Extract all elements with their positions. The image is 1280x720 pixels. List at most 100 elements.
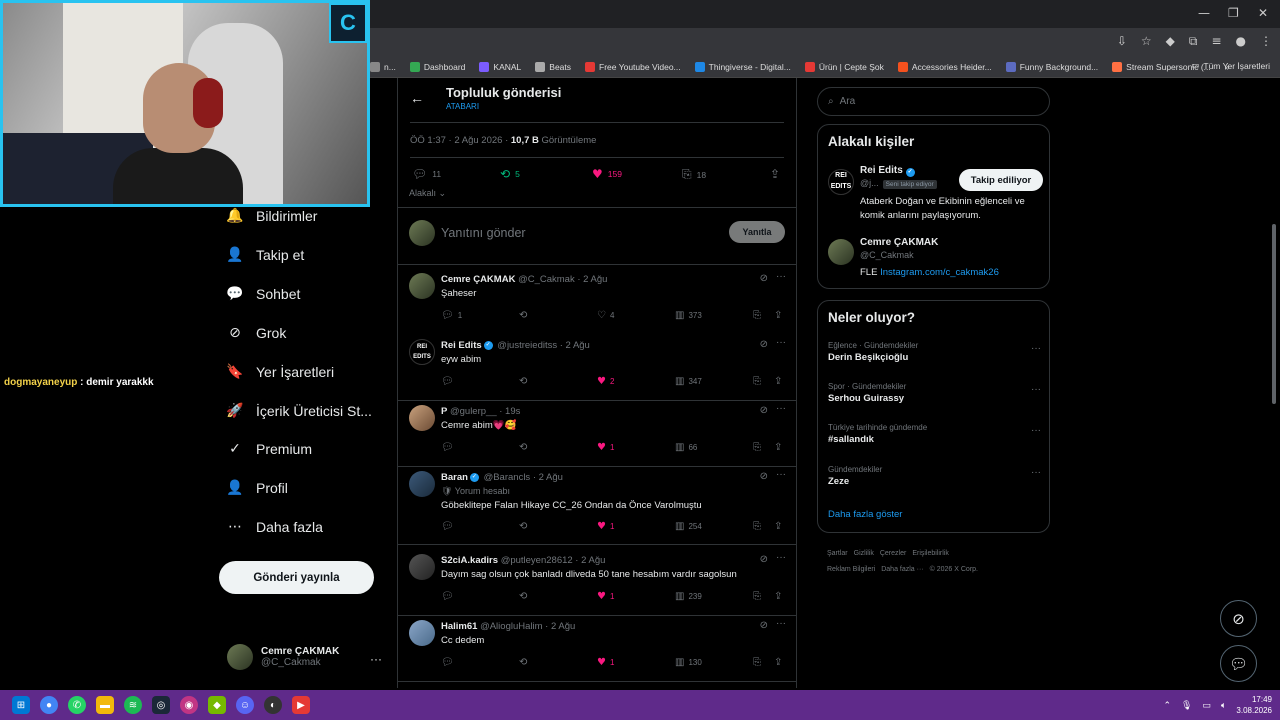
whatsapp-icon[interactable]: ✆ xyxy=(68,696,86,714)
start-icon[interactable]: ⊞ xyxy=(12,696,30,714)
following-button[interactable]: Takip ediliyor xyxy=(959,169,1043,191)
views-action[interactable]: ▥ 239 xyxy=(675,591,702,602)
reply-action[interactable]: 💬︎ xyxy=(441,521,458,532)
reply-author[interactable]: Cemre ÇAKMAK xyxy=(441,274,515,285)
bookmark-item[interactable]: Accessories Heider... xyxy=(897,61,992,72)
reply-author[interactable]: P xyxy=(441,406,447,417)
grok-icon[interactable]: ⊘ xyxy=(760,620,768,631)
trend-item[interactable]: Türkiye tarihinde gündemde #sallandık ··· xyxy=(828,423,1041,445)
reply-author[interactable]: Rei Edits xyxy=(441,340,482,351)
reply-input[interactable]: Yanıtını gönder xyxy=(441,226,526,240)
chrome-icon[interactable]: ● xyxy=(40,696,58,714)
grok-icon[interactable]: ⊘ xyxy=(760,273,768,284)
avatar[interactable] xyxy=(409,554,435,580)
all-bookmarks-button[interactable]: ▭ Tüm Yer İşaretleri xyxy=(1191,60,1270,71)
more-options-icon[interactable]: ··· xyxy=(1031,343,1041,354)
network-icon[interactable]: ▭ xyxy=(1202,700,1211,711)
menu-icon[interactable]: ⋮ xyxy=(1260,34,1272,49)
avatar[interactable] xyxy=(409,273,435,299)
reply-tweet[interactable]: Halim61 @AliogluHalim · 2 Ağu Cc dedem ⊘ ··… xyxy=(398,618,796,680)
bookmark-item[interactable]: Ürün | Cepte Şok xyxy=(804,61,884,72)
messages-icon[interactable]: 💬︎ xyxy=(1220,645,1257,682)
reply-handle[interactable]: @C_Cakmak · 2 Ağu xyxy=(518,274,607,285)
views-action[interactable]: ▥ 130 xyxy=(675,657,702,668)
bookmark-item[interactable]: KANAL xyxy=(479,61,521,72)
more-options-icon[interactable]: ··· xyxy=(776,552,786,563)
nvidia-icon[interactable]: ◆ xyxy=(208,696,226,714)
reply-stat[interactable]: 💬︎ 11 xyxy=(412,167,441,181)
nav-item-notifications[interactable]: 🔔 Bildirimler xyxy=(226,207,317,225)
bookmark-item[interactable]: Beats xyxy=(535,61,571,72)
footer-link[interactable]: Gizlilik xyxy=(854,550,874,557)
repost-action[interactable]: ⟲ xyxy=(519,591,531,602)
more-options-icon[interactable]: ··· xyxy=(776,469,786,480)
spotify-icon[interactable]: ≋ xyxy=(124,696,142,714)
reply-handle[interactable]: @AliogluHalim · 2 Ağu xyxy=(480,621,575,632)
reply-author[interactable]: Halim61 xyxy=(441,621,477,632)
scrollbar[interactable] xyxy=(1272,224,1276,404)
more-options-icon[interactable]: ··· xyxy=(776,403,786,414)
reply-author[interactable]: S2ciA.kadirs xyxy=(441,555,498,566)
footer-link[interactable]: Daha fazla ··· xyxy=(881,566,923,573)
bookmark-item[interactable]: Dashboard xyxy=(409,61,465,72)
views-action[interactable]: ▥ 373 xyxy=(675,310,702,321)
instagram-icon[interactable]: ◉ xyxy=(180,696,198,714)
like-action[interactable]: ♥ 2 xyxy=(597,376,614,387)
reply-button[interactable]: Yanıtla xyxy=(729,221,785,243)
grok-icon[interactable]: ⊘ xyxy=(1220,600,1257,637)
footer-link[interactable]: Erişilebilirlik xyxy=(912,550,949,557)
volume-icon[interactable]: 🔈︎ xyxy=(1221,700,1226,711)
repost-action[interactable]: ⟲ xyxy=(519,442,531,453)
more-options-icon[interactable]: ··· xyxy=(776,337,786,348)
avatar[interactable] xyxy=(409,405,435,431)
reply-action[interactable]: 💬︎ xyxy=(441,376,458,387)
bookmark-item[interactable]: Funny Background... xyxy=(1005,61,1098,72)
share-action[interactable]: ⇪ xyxy=(774,591,782,602)
bookmark-action[interactable]: ⎘ xyxy=(753,591,761,602)
media-icon[interactable]: ≡ xyxy=(1211,34,1221,49)
back-arrow-icon[interactable]: ← xyxy=(410,90,424,106)
nav-item-more[interactable]: ⋯ Daha fazla xyxy=(226,518,323,536)
reply-handle[interactable]: @putleyen28612 · 2 Ağu xyxy=(501,555,606,566)
repost-action[interactable]: ⟲ xyxy=(519,376,531,387)
views-action[interactable]: ▥ 254 xyxy=(675,521,702,532)
nav-item-profile[interactable]: 👤 Profil xyxy=(226,479,288,497)
bookmark-item[interactable]: Thingiverse - Digital... xyxy=(694,61,791,72)
share-icon[interactable]: ⇪ xyxy=(770,167,780,181)
reply-handle[interactable]: @justreieditss · 2 Ağu xyxy=(497,340,590,351)
obs-icon[interactable]: ◐ xyxy=(264,696,282,714)
reply-tweet[interactable]: S2ciA.kadirs @putleyen28612 · 2 Ağu Dayım… xyxy=(398,552,796,614)
nav-item-chat[interactable]: 💬 Sohbet xyxy=(226,285,300,303)
repost-action[interactable]: ⟲ xyxy=(519,657,531,668)
reply-tweet[interactable]: Cemre ÇAKMAK @C_Cakmak · 2 Ağu Şaheser ⊘ ··… xyxy=(398,271,796,333)
footer-link[interactable]: Çerezler xyxy=(880,550,906,557)
like-action[interactable]: ♥ 1 xyxy=(597,591,614,602)
microphone-icon[interactable]: 🎙︎ xyxy=(1181,700,1192,711)
youtube-icon[interactable]: ▶ xyxy=(292,696,310,714)
account-switcher[interactable]: Cemre ÇAKMAK @C_Cakmak xyxy=(227,644,339,670)
install-icon[interactable]: ⇩ xyxy=(1117,34,1127,49)
related-person[interactable]: Cemre ÇAKMAK @C_Cakmak FLE Instagram.com… xyxy=(828,237,1043,282)
repost-action[interactable]: ⟲ xyxy=(519,310,531,321)
show-more-link[interactable]: Daha fazla göster xyxy=(828,509,902,520)
reply-handle[interactable]: @Barancls · 2 Ağu xyxy=(484,472,563,483)
repost-action[interactable]: ⟲ xyxy=(519,521,531,532)
nav-item-follow[interactable]: 👤 Takip et xyxy=(226,246,304,264)
bookmark-action[interactable]: ⎘ xyxy=(753,442,761,453)
search-input[interactable]: ⌕ Ara xyxy=(817,87,1050,116)
bookmark-action[interactable]: ⎘ xyxy=(753,376,761,387)
share-action[interactable]: ⇪ xyxy=(774,657,782,668)
trend-item[interactable]: Gündemdekiler Zeze ··· xyxy=(828,465,1041,487)
bookmark-star-icon[interactable]: ☆ xyxy=(1141,34,1152,49)
more-options-icon[interactable]: ··· xyxy=(1031,467,1041,478)
reply-handle[interactable]: @gulerp__ · 19s xyxy=(450,406,520,417)
related-person[interactable]: REI EDITS Rei Edits ✓ @j... Seni takip edi… xyxy=(828,165,1043,225)
like-action[interactable]: ♥ 1 xyxy=(597,657,614,668)
trend-item[interactable]: Eğlence · Gündemdekiler Derin Beşikçioğlu… xyxy=(828,341,1041,363)
reply-tweet[interactable]: REI EDITS Rei Edits ✓ @justreieditss · 2 Ağ… xyxy=(398,337,796,399)
instagram-link[interactable]: Instagram.com/c_cakmak26 xyxy=(880,267,999,278)
nav-item-bookmarks[interactable]: 🔖 Yer İşaretleri xyxy=(226,363,334,381)
grok-icon[interactable]: ⊘ xyxy=(760,471,768,482)
nav-item-creator-studio[interactable]: 🚀 İçerik Üreticisi St... xyxy=(226,402,372,420)
reply-tweet[interactable]: P @gulerp__ · 19s Cemre abim💗🥰 ⊘ ··· 💬︎ ⟲ ♥ 1 ▥ 6… xyxy=(398,403,796,465)
